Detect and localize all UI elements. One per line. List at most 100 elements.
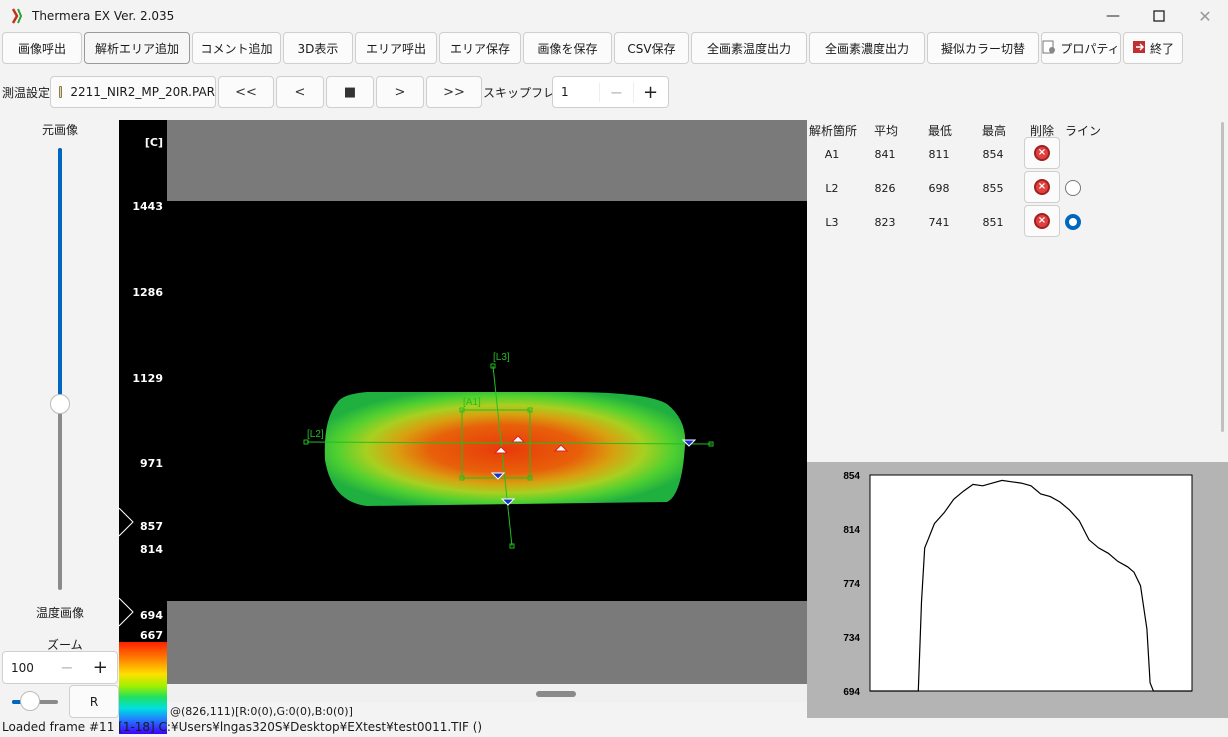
row-min: 741 [928,216,950,229]
column-header-min: 最低 [928,124,953,138]
parameter-file-button[interactable]: 2211_NIR2_MP_20R.PAR [50,76,216,108]
original-image-label: 元画像 [42,123,79,137]
properties-button[interactable]: プロパティ [1041,32,1121,64]
save-image-label: 画像を保存 [537,41,598,56]
line-profile-chart: 854 814 774 734 694 [843,471,1193,698]
export-all-density-label: 全画素濃度出力 [824,41,909,56]
prev-frame-button[interactable]: < [276,76,324,108]
area-label-a1: [A1] [463,397,481,408]
area-label-l3: [L3] [493,352,510,363]
properties-icon [1042,40,1056,57]
results-scrollbar[interactable] [1221,122,1224,432]
reset-button[interactable]: R [69,685,119,718]
3d-view-button[interactable]: 3D表示 [283,32,353,64]
stop-button[interactable]: ■ [326,76,374,108]
pseudo-color-toggle-button[interactable]: 擬似カラー切替 [927,32,1039,64]
app-icon [11,8,23,24]
y-tick-label: 694 [843,687,860,698]
export-all-density-button[interactable]: 全画素濃度出力 [809,32,925,64]
csv-save-label: CSV保存 [627,41,676,56]
status-bar: Loaded frame #11 [1-18] C:¥Users¥lngas32… [2,720,483,734]
save-area-label: エリア保存 [449,41,510,56]
line-radio-l2[interactable] [1065,180,1081,196]
export-all-temperature-button[interactable]: 全画素温度出力 [691,32,807,64]
zoom-value[interactable]: 100 [3,661,50,675]
column-header-line: ライン [1065,124,1102,138]
skip-minus-icon[interactable]: − [599,82,633,102]
delete-icon: × [1034,213,1050,229]
last-frame-button[interactable]: >> [426,76,482,108]
scale-tick: 971 [140,457,163,470]
heated-object [324,392,686,506]
row-max: 854 [982,148,1004,161]
export-all-temperature-label: 全画素温度出力 [706,41,791,56]
next-frame-button[interactable]: > [376,76,424,108]
properties-label: プロパティ [1060,41,1120,56]
load-image-button[interactable]: 画像呼出 [2,32,82,64]
pseudo-color-toggle-label: 擬似カラー切替 [940,41,1025,56]
save-image-button[interactable]: 画像を保存 [523,32,612,64]
zoom-slider-thumb[interactable] [20,691,41,711]
close-icon[interactable]: ✕ [1182,0,1228,32]
scale-unit-label: [C] [144,136,163,149]
thermal-image-label: 温度画像 [36,606,85,620]
skip-frame-value[interactable]: 1 [553,85,599,99]
title-bar: Thermera EX Ver. 2.035 [0,0,1228,32]
y-tick-label: 774 [843,579,860,590]
delete-a1-button[interactable]: × [1024,137,1060,169]
image-horizontal-scrollbar[interactable] [167,684,807,702]
exit-label: 終了 [1149,41,1174,56]
zoom-stepper[interactable]: 100 − + [2,651,118,684]
add-analysis-area-button[interactable]: 解析エリア追加 [84,32,190,64]
analysis-results-panel: 解析箇所 平均 最低 最高 削除 ライン A1 841 811 854 × L2… [807,120,1228,462]
row-min: 811 [928,148,950,161]
maximize-icon[interactable] [1136,0,1182,32]
row-max: 855 [982,182,1004,195]
row-name: L3 [825,216,839,229]
skip-frame-stepper[interactable]: 1 − + [552,76,669,108]
column-header-area: 解析箇所 [809,124,858,138]
window-title: Thermera EX Ver. 2.035 [32,9,175,23]
zoom-minus-icon[interactable]: − [50,658,83,677]
row-name: L2 [825,182,839,195]
row-avg: 826 [874,182,896,195]
load-image-label: 画像呼出 [17,41,66,56]
scale-tick: 667 [140,629,163,642]
first-frame-button[interactable]: << [218,76,274,108]
csv-save-button[interactable]: CSV保存 [614,32,689,64]
row-name: A1 [824,148,840,161]
load-area-label: エリア呼出 [365,41,426,56]
scale-mid-value: 814 [140,543,163,556]
zoom-plus-icon[interactable]: + [84,657,117,678]
row-min: 698 [928,182,950,195]
row-avg: 823 [874,216,896,229]
thermal-image-view[interactable]: [L2] [L3] [A1] [167,120,807,684]
image-mix-slider-thumb[interactable] [50,394,70,415]
y-tick-label: 734 [843,633,860,644]
add-comment-button[interactable]: コメント追加 [192,32,281,64]
image-mix-slider-fill [58,148,62,405]
load-area-button[interactable]: エリア呼出 [355,32,437,64]
minimize-icon[interactable]: — [1090,0,1136,32]
exit-icon [1132,40,1146,57]
delete-l3-button[interactable]: × [1024,205,1060,237]
scrollbar-thumb[interactable] [536,691,576,697]
3d-view-label: 3D表示 [297,41,339,56]
scale-tick: 1129 [132,372,163,385]
save-area-button[interactable]: エリア保存 [439,32,521,64]
measurement-row: 測温設定 2211_NIR2_MP_20R.PAR << < ■ > >> スキ… [0,74,700,108]
measurement-setting-label: 測温設定 [2,86,51,100]
line-radio-l3[interactable] [1065,214,1081,230]
plot-area [869,474,1193,692]
skip-plus-icon[interactable]: + [633,81,667,103]
y-tick-label: 854 [843,471,860,482]
row-max: 851 [982,216,1004,229]
column-header-max: 最高 [982,124,1007,138]
scale-lower-value: 694 [140,609,163,622]
scale-tick: 1286 [132,286,163,299]
thermal-overlay: [L2] [L3] [A1] [303,352,714,549]
delete-l2-button[interactable]: × [1024,171,1060,203]
row-avg: 841 [874,148,896,161]
exit-button[interactable]: 終了 [1123,32,1183,64]
line-profile-panel: 854 814 774 734 694 [807,462,1228,718]
